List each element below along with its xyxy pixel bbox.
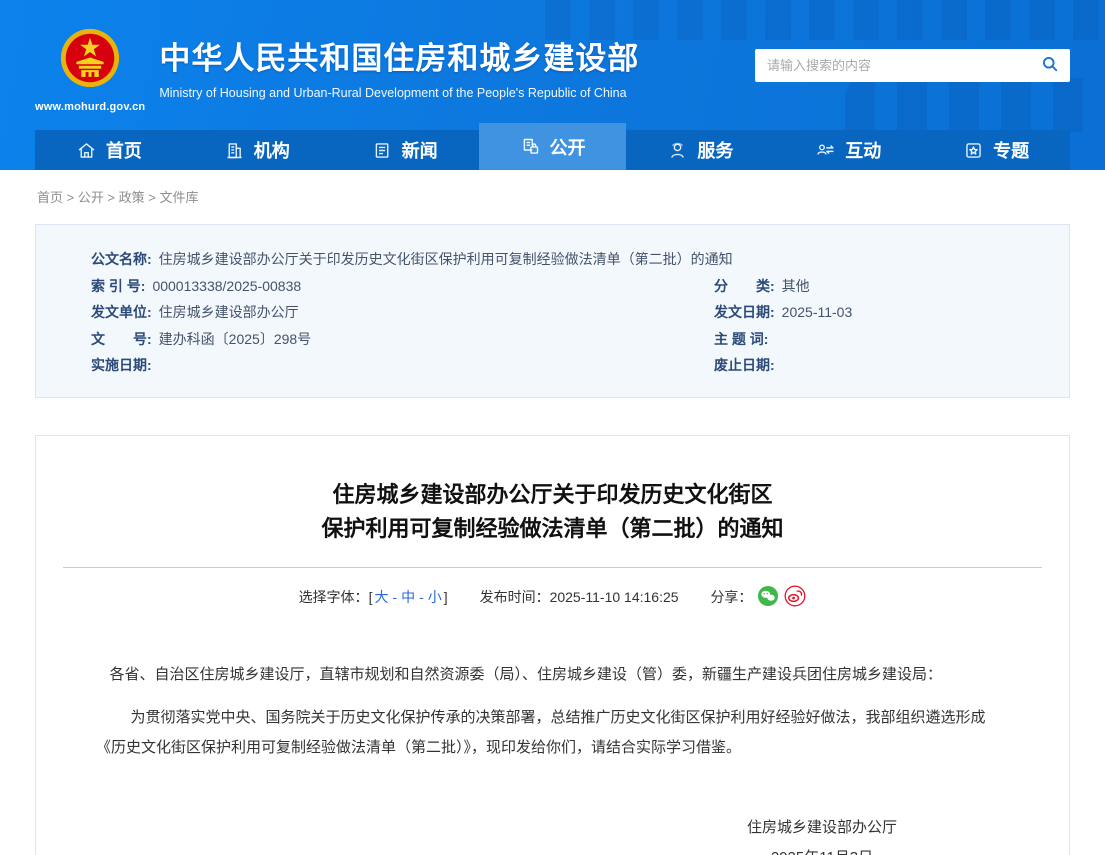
meta-row-subject-words: 主 题 词: bbox=[714, 326, 1039, 353]
font-size-selector: 选择字体：[大-中-小] bbox=[299, 589, 452, 605]
nav-label: 新闻 bbox=[402, 137, 438, 163]
share-label: 分享： bbox=[710, 589, 752, 605]
font-select-label: 选择字体： bbox=[299, 589, 369, 605]
nav-item-open[interactable]: 公开 bbox=[479, 123, 627, 170]
building-icon bbox=[224, 140, 245, 161]
nav-item-service[interactable]: 服务 bbox=[626, 130, 774, 170]
nav-item-org[interactable]: 机构 bbox=[183, 130, 331, 170]
signature-org: 住房城乡建设部办公厅 bbox=[747, 813, 897, 843]
nav-label: 公开 bbox=[550, 134, 586, 160]
nav-item-special[interactable]: 专题 bbox=[922, 130, 1070, 170]
meta-value: 2025-11-03 bbox=[782, 299, 853, 326]
national-emblem-icon bbox=[59, 25, 121, 96]
meta-row-repeal-date: 废止日期: bbox=[714, 352, 1039, 379]
breadcrumb[interactable]: 首页 > 公开 > 政策 > 文件库 bbox=[0, 170, 1105, 218]
meta-label: 实施日期: bbox=[91, 352, 152, 379]
article-title: 住房城乡建设部办公厅关于印发历史文化街区 保护利用可复制经验做法清单（第二批）的… bbox=[36, 478, 1069, 546]
home-icon bbox=[76, 140, 97, 161]
meta-row-doc-number: 文 号: 建办科函〔2025〕298号 bbox=[91, 326, 714, 353]
publish-time-value: 2025-11-10 14:16:25 bbox=[550, 589, 679, 605]
nav-item-news[interactable]: 新闻 bbox=[331, 130, 479, 170]
publish-time-label: 发布时间： bbox=[480, 589, 550, 605]
meta-row-doc-name: 公文名称: 住房城乡建设部办公厅关于印发历史文化街区保护利用可复制经验做法清单（… bbox=[91, 246, 1039, 273]
font-size-large-link[interactable]: 大 bbox=[374, 589, 388, 605]
star-box-icon bbox=[963, 140, 984, 161]
signature-block: 住房城乡建设部办公厅 2025年11月3日 bbox=[96, 813, 1009, 855]
article-body: 各省、自治区住房城乡建设厅，直辖市规划和自然资源委（局）、住房城乡建设（管）委，… bbox=[96, 660, 1009, 855]
main-nav: 首页 机构 新闻 bbox=[35, 130, 1070, 170]
weibo-share-icon[interactable] bbox=[784, 585, 806, 610]
article-title-line1: 住房城乡建设部办公厅关于印发历史文化街区 bbox=[36, 478, 1069, 512]
font-size-medium-link[interactable]: 中 bbox=[401, 589, 415, 605]
meta-row-index-no: 索 引 号: 000013338/2025-00838 bbox=[91, 273, 714, 300]
site-header: www.mohurd.gov.cn 中华人民共和国住房和城乡建设部 Minist… bbox=[0, 0, 1105, 170]
signature-date: 2025年11月3日 bbox=[747, 843, 897, 855]
meta-value: 建办科函〔2025〕298号 bbox=[159, 326, 312, 353]
meta-value: 其他 bbox=[782, 273, 810, 300]
document-meta-panel: 公文名称: 住房城乡建设部办公厅关于印发历史文化街区保护利用可复制经验做法清单（… bbox=[35, 224, 1070, 398]
meta-label: 发文日期: bbox=[714, 299, 775, 326]
salutation-paragraph: 各省、自治区住房城乡建设厅，直辖市规划和自然资源委（局）、住房城乡建设（管）委，… bbox=[96, 660, 1009, 690]
nav-item-interact[interactable]: 互动 bbox=[774, 130, 922, 170]
news-icon bbox=[372, 140, 393, 161]
person-circle-icon bbox=[667, 140, 688, 161]
nav-label: 首页 bbox=[106, 137, 142, 163]
article-title-line2: 保护利用可复制经验做法清单（第二批）的通知 bbox=[36, 512, 1069, 546]
meta-label: 废止日期: bbox=[714, 352, 775, 379]
nav-label: 机构 bbox=[254, 137, 290, 163]
nav-label: 互动 bbox=[845, 137, 881, 163]
bracket: ] bbox=[444, 589, 448, 605]
meta-label: 公文名称: bbox=[91, 246, 152, 273]
search-button[interactable] bbox=[1030, 49, 1070, 82]
meta-row-category: 分 类: 其他 bbox=[714, 273, 1039, 300]
meta-label: 发文单位: bbox=[91, 299, 152, 326]
share-controls: 分享： bbox=[710, 589, 806, 605]
search-icon bbox=[1040, 54, 1060, 77]
bracket: [ bbox=[369, 589, 373, 605]
document-lock-icon bbox=[520, 136, 541, 157]
meta-label: 索 引 号: bbox=[91, 273, 145, 300]
font-size-separator: - bbox=[419, 589, 424, 605]
wechat-share-icon[interactable] bbox=[757, 585, 779, 610]
meta-label: 主 题 词: bbox=[714, 326, 768, 353]
meta-label: 文 号: bbox=[91, 326, 152, 353]
meta-row-issuing-unit: 发文单位: 住房城乡建设部办公厅 bbox=[91, 299, 714, 326]
search-input[interactable] bbox=[755, 49, 1030, 82]
article-card: 住房城乡建设部办公厅关于印发历史文化街区 保护利用可复制经验做法清单（第二批）的… bbox=[35, 435, 1070, 855]
site-logo[interactable]: www.mohurd.gov.cn bbox=[35, 25, 145, 113]
site-url: www.mohurd.gov.cn bbox=[35, 101, 145, 113]
nav-item-home[interactable]: 首页 bbox=[35, 130, 183, 170]
nav-label: 专题 bbox=[993, 137, 1029, 163]
site-title: 中华人民共和国住房和城乡建设部 bbox=[159, 33, 639, 78]
meta-row-implementation-date: 实施日期: bbox=[91, 352, 714, 379]
meta-value: 住房城乡建设部办公厅关于印发历史文化街区保护利用可复制经验做法清单（第二批）的通… bbox=[159, 246, 733, 273]
article-toolbar: 选择字体：[大-中-小] 发布时间：2025-11-10 14:16:25 分享… bbox=[36, 585, 1069, 610]
meta-value: 住房城乡建设部办公厅 bbox=[159, 299, 299, 326]
site-subtitle: Ministry of Housing and Urban-Rural Deve… bbox=[159, 86, 639, 100]
title-divider bbox=[63, 567, 1042, 568]
body-paragraph: 为贯彻落实党中央、国务院关于历史文化保护传承的决策部署，总结推广历史文化街区保护… bbox=[96, 703, 1009, 763]
publish-time: 发布时间：2025-11-10 14:16:25 bbox=[480, 589, 683, 605]
search-box[interactable] bbox=[755, 49, 1070, 82]
font-size-separator: - bbox=[392, 589, 397, 605]
person-arrows-icon bbox=[815, 140, 836, 161]
nav-label: 服务 bbox=[697, 137, 733, 163]
font-size-small-link[interactable]: 小 bbox=[428, 589, 442, 605]
meta-row-issue-date: 发文日期: 2025-11-03 bbox=[714, 299, 1039, 326]
meta-value: 000013338/2025-00838 bbox=[152, 273, 301, 300]
meta-label: 分 类: bbox=[714, 273, 775, 300]
